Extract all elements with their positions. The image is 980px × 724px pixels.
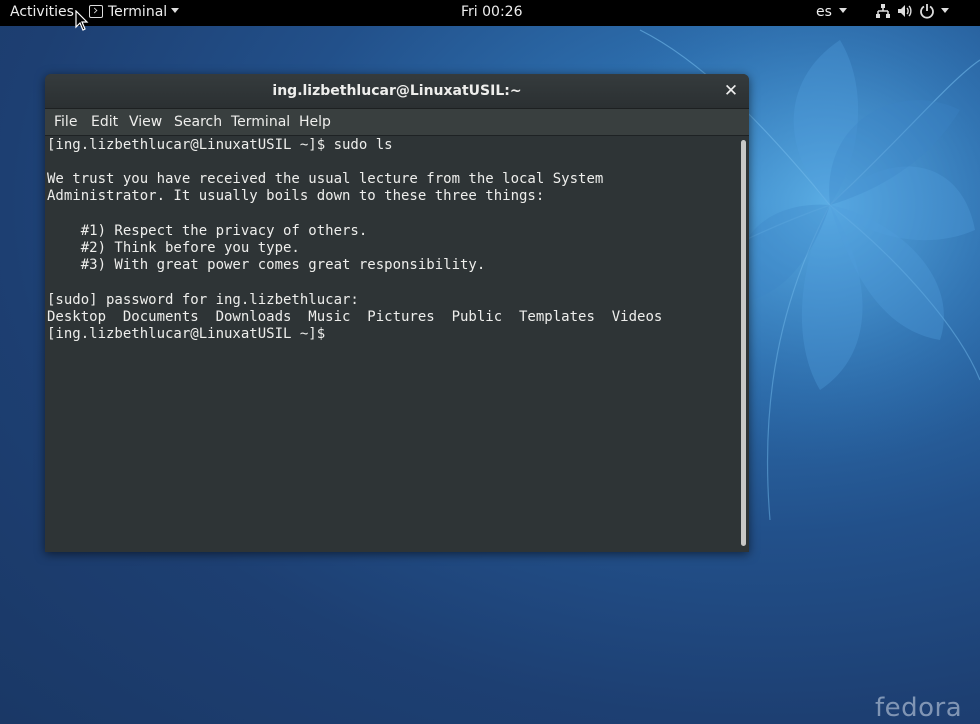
terminal-line: #3) With great power comes great respons… — [47, 257, 486, 273]
volume-icon — [898, 5, 912, 17]
menu-view[interactable]: View — [129, 109, 162, 135]
close-button[interactable]: ✕ — [722, 82, 740, 100]
scrollbar-thumb[interactable] — [741, 140, 746, 546]
menu-file[interactable]: File — [54, 109, 77, 135]
top-bar: Activities Terminal Fri 00:26 es — [0, 0, 980, 26]
window-titlebar[interactable]: ing.lizbethlucar@LinuxatUSIL:~ ✕ — [45, 74, 749, 109]
terminal-prompt: [ing.lizbethlucar@LinuxatUSIL ~]$ — [47, 326, 334, 342]
scrollbar[interactable] — [738, 136, 749, 552]
keyboard-layout-label: es — [816, 4, 832, 20]
terminal-line: [ing.lizbethlucar@LinuxatUSIL ~]$ sudo l… — [47, 137, 393, 153]
terminal-line: Administrator. It usually boils down to … — [47, 188, 545, 204]
app-menu[interactable]: Terminal — [89, 0, 180, 26]
desktop: fedora Activities Terminal Fri 00:26 es — [0, 0, 980, 724]
clock[interactable]: Fri 00:26 — [461, 0, 522, 26]
terminal-output[interactable]: [ing.lizbethlucar@LinuxatUSIL ~]$ sudo l… — [45, 136, 738, 552]
terminal-window[interactable]: ing.lizbethlucar@LinuxatUSIL:~ ✕ File Ed… — [45, 74, 749, 552]
close-icon: ✕ — [723, 81, 739, 101]
network-icon — [876, 4, 890, 18]
window-title: ing.lizbethlucar@LinuxatUSIL:~ — [272, 83, 522, 99]
menu-help[interactable]: Help — [299, 109, 331, 135]
power-icon — [920, 4, 934, 19]
fedora-logo: fedora — [875, 693, 963, 723]
menu-bar: File Edit View Search Terminal Help — [45, 109, 749, 136]
system-menu[interactable] — [875, 0, 949, 26]
menu-terminal[interactable]: Terminal — [231, 109, 290, 135]
terminal-line: We trust you have received the usual lec… — [47, 171, 604, 187]
terminal-line: #1) Respect the privacy of others. — [47, 223, 368, 239]
app-menu-label: Terminal — [108, 4, 168, 20]
mouse-pointer-icon — [75, 10, 89, 31]
terminal-line: Desktop Documents Downloads Music Pictur… — [47, 309, 663, 325]
terminal-line: #2) Think before you type. — [47, 240, 300, 256]
chevron-down-icon — [838, 8, 847, 13]
chevron-down-icon — [941, 8, 949, 13]
menu-edit[interactable]: Edit — [91, 109, 118, 135]
keyboard-layout-menu[interactable]: es — [816, 0, 847, 26]
chevron-down-icon — [171, 8, 180, 13]
terminal-icon — [89, 5, 103, 18]
terminal-line: [sudo] password for ing.lizbethlucar: — [47, 292, 359, 308]
activities-button[interactable]: Activities — [10, 0, 74, 26]
menu-search[interactable]: Search — [174, 109, 222, 135]
